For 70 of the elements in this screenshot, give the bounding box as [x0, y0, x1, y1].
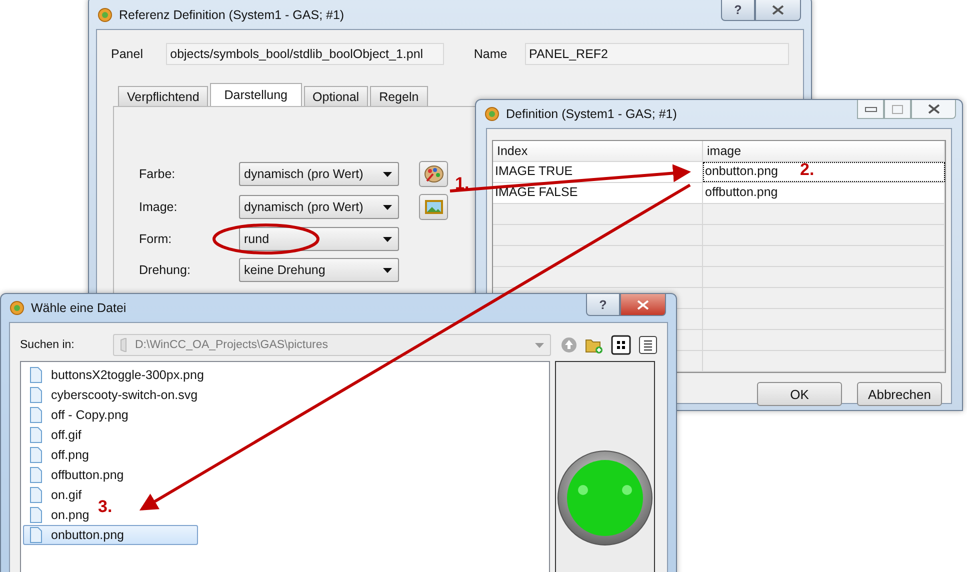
minimize-icon	[864, 106, 876, 112]
file-icon	[30, 507, 42, 523]
table-cell: IMAGE FALSE	[493, 183, 703, 203]
field-label: Form:	[139, 232, 173, 246]
dropdown-arrow-icon	[383, 204, 392, 210]
panel-label: Panel	[111, 47, 144, 61]
close-icon	[772, 4, 784, 14]
tab[interactable]: Regeln	[370, 86, 428, 106]
file-icon	[30, 467, 42, 483]
close-icon	[928, 104, 940, 114]
file-icon	[30, 447, 42, 463]
window-title: Definition (System1 - GAS; #1)	[506, 107, 677, 121]
tab[interactable]: Darstellung	[210, 83, 302, 106]
list-view-icon[interactable]	[639, 336, 657, 354]
file-item[interactable]: on.png	[23, 505, 96, 525]
look-in-label: Suchen in:	[20, 339, 76, 351]
dialog-button[interactable]: OK	[757, 382, 842, 406]
file-item[interactable]: on.gif	[23, 485, 89, 505]
dropdown-arrow-icon	[383, 236, 392, 242]
tab[interactable]: Optional	[304, 86, 368, 106]
field-label: Image:	[139, 200, 178, 214]
dialog-button[interactable]: Abbrechen	[857, 382, 942, 406]
file-icon	[30, 427, 42, 443]
close-button[interactable]	[755, 0, 801, 21]
file-item[interactable]: cyberscooty-switch-on.svg	[23, 385, 205, 405]
maximize-icon	[892, 104, 903, 114]
dropdown[interactable]: dynamisch (pro Wert)	[239, 162, 399, 186]
dropdown[interactable]: rund	[239, 227, 399, 251]
file-item[interactable]: off.gif	[23, 425, 88, 445]
palette-icon	[424, 165, 444, 183]
file-icon	[30, 387, 42, 403]
window-title: Wähle eine Datei	[31, 301, 126, 315]
path-dropdown[interactable]: D:\WinCC_OA_Projects\GAS\pictures	[113, 334, 551, 356]
file-item[interactable]: off.png	[23, 445, 96, 465]
step-number: 2.	[800, 160, 814, 180]
step-number: 3.	[98, 497, 112, 517]
file-item[interactable]: offbutton.png	[23, 465, 131, 485]
dropdown-arrow-icon	[535, 342, 544, 348]
framed-picture-icon	[424, 199, 444, 215]
help-button[interactable]: ?	[721, 0, 755, 21]
field-label: Farbe:	[139, 167, 176, 181]
column-header: Index	[493, 141, 703, 161]
dropdown[interactable]: dynamisch (pro Wert)	[239, 195, 399, 219]
name-field[interactable]: PANEL_REF2	[525, 43, 789, 65]
palette-button[interactable]	[419, 161, 448, 187]
tab[interactable]: Verpflichtend	[118, 86, 208, 106]
file-item[interactable]: buttonsX2toggle-300px.png	[23, 365, 211, 385]
image-button[interactable]	[419, 194, 448, 220]
help-button[interactable]: ?	[586, 294, 620, 316]
close-icon	[637, 300, 649, 310]
file-icon	[30, 527, 42, 543]
file-icon	[30, 487, 42, 503]
window-title: Referenz Definition (System1 - GAS; #1)	[119, 8, 344, 22]
file-item[interactable]: off - Copy.png	[23, 405, 136, 425]
close-button[interactable]	[620, 294, 666, 316]
file-icon	[30, 367, 42, 383]
dropdown[interactable]: keine Drehung	[239, 258, 399, 282]
table-cell[interactable]: offbutton.png	[703, 183, 945, 203]
name-label: Name	[474, 47, 508, 61]
field-label: Drehung:	[139, 263, 192, 277]
step-number: 1.	[455, 174, 470, 194]
file-item[interactable]: onbutton.png	[23, 525, 198, 545]
column-header: image	[703, 141, 945, 161]
icon-view-icon[interactable]	[611, 335, 631, 355]
close-button[interactable]	[911, 100, 956, 119]
minimize-button[interactable]	[857, 100, 884, 119]
dropdown-arrow-icon	[383, 172, 392, 176]
file-icon	[30, 407, 42, 423]
dropdown-arrow-icon	[383, 268, 392, 272]
panel-field[interactable]: objects/symbols_bool/stdlib_boolObject_1.pnl	[166, 43, 444, 65]
